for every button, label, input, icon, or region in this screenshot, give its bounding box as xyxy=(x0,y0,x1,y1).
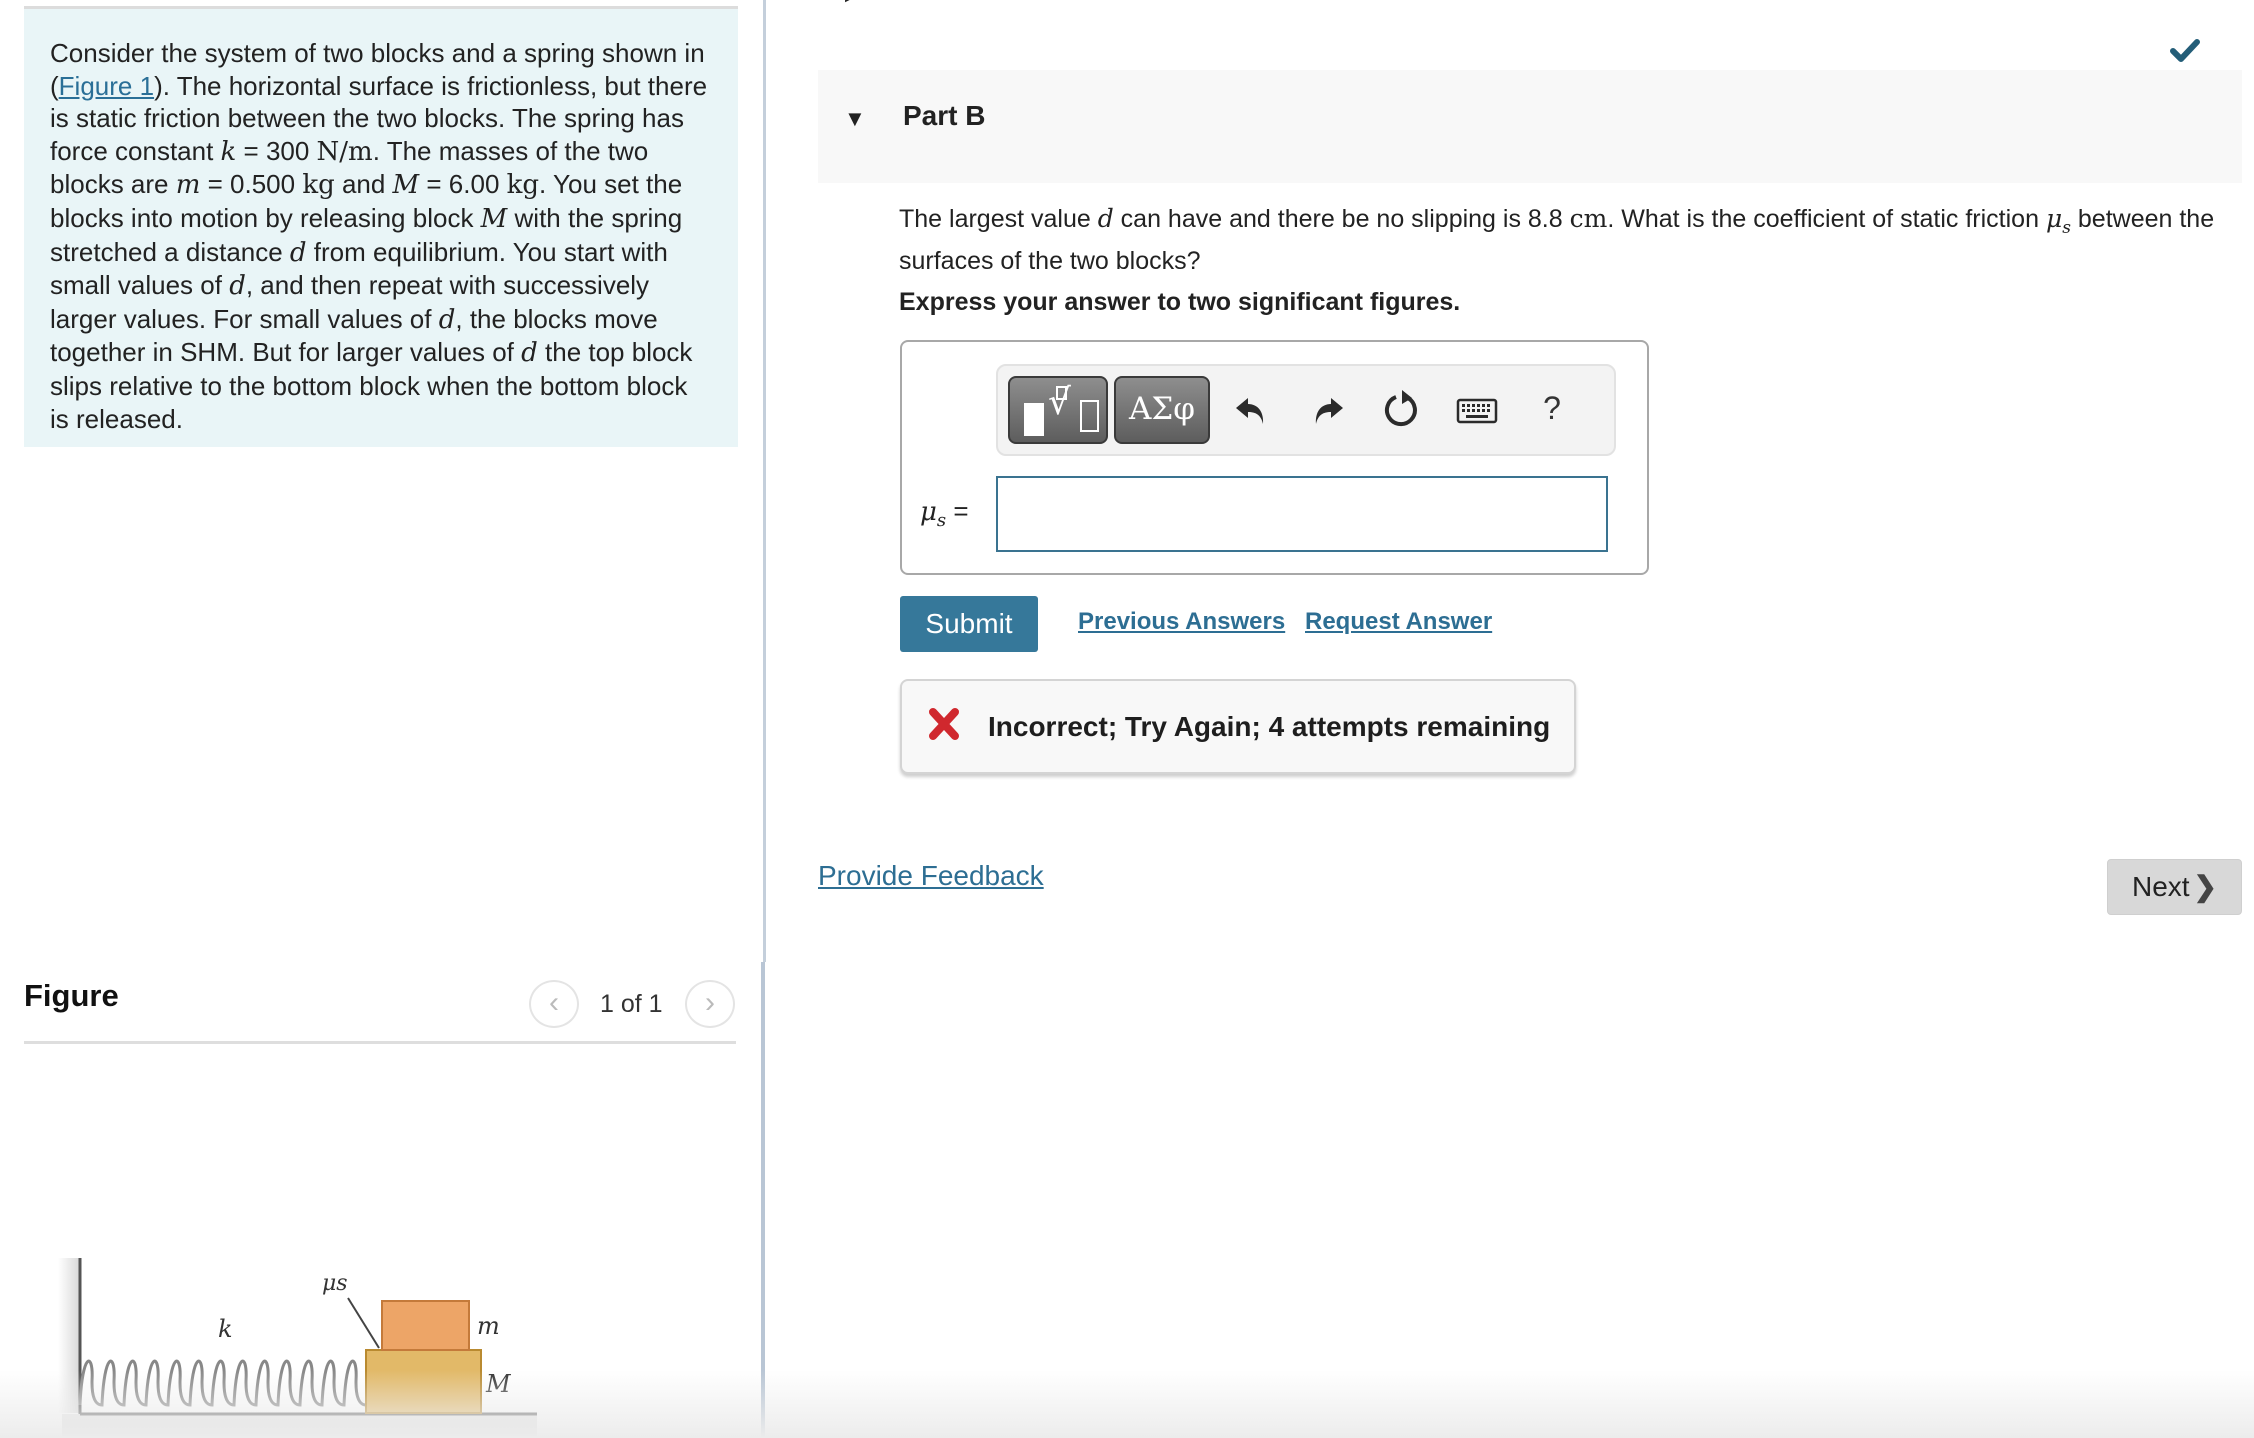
math-unit: N/m xyxy=(316,136,373,167)
answer-variable-label: μs = xyxy=(920,496,969,532)
part-b-header[interactable]: ▼ Part B xyxy=(818,70,2242,183)
text-run: . What is the coefficient of static fric… xyxy=(1607,205,2046,233)
templates-button[interactable]: √ xyxy=(1008,376,1108,444)
math-variable: d xyxy=(438,304,456,335)
undo-icon xyxy=(1236,398,1264,424)
left-panel: Consider the system of two blocks and a … xyxy=(0,0,760,1438)
redo-button[interactable] xyxy=(1303,386,1351,434)
feedback-message-box: Incorrect; Try Again; 4 attempts remaini… xyxy=(900,679,1576,774)
problem-statement-box: Consider the system of two blocks and a … xyxy=(24,6,738,447)
spring-constant-label: k xyxy=(218,1315,233,1343)
panel-resize-handle[interactable] xyxy=(761,962,765,1438)
caret-down-icon: ▼ xyxy=(844,106,866,131)
friction-pointer xyxy=(347,1297,380,1349)
figure-counter: 1 of 1 xyxy=(600,990,663,1018)
figure-diagram: k μs m M xyxy=(58,1258,537,1438)
text-run: can have and there be no slipping is 8.8 xyxy=(1113,205,1570,233)
math-variable: m xyxy=(175,170,201,201)
checkmark-icon xyxy=(2170,39,2200,62)
answer-box: √ ΑΣφ ? μs = xyxy=(900,340,1649,575)
math-variable: k xyxy=(220,136,237,167)
figure-prev-button[interactable]: ‹ xyxy=(529,980,579,1028)
figure-title: Figure xyxy=(24,978,119,1013)
keyboard-icon xyxy=(1456,398,1498,424)
math-subscript: s xyxy=(2062,218,2071,238)
chevron-right-icon: › xyxy=(705,986,715,1019)
text-run: The largest value xyxy=(899,205,1098,233)
top-block xyxy=(381,1300,470,1351)
greek-symbols-icon: ΑΣφ xyxy=(1128,391,1195,427)
reset-button[interactable] xyxy=(1378,386,1426,434)
math-variable: μ xyxy=(2045,204,2063,233)
figure-next-button[interactable]: › xyxy=(685,980,735,1028)
redo-icon xyxy=(1315,398,1343,424)
caret-right-icon: ▶ xyxy=(845,0,859,5)
question-text: The largest value d can have and there b… xyxy=(899,202,2239,278)
answer-input[interactable] xyxy=(996,476,1608,552)
spring xyxy=(78,1359,367,1407)
feedback-text: Incorrect; Try Again; 4 attempts remaini… xyxy=(988,711,1551,742)
chevron-right-icon: ❯ xyxy=(2193,871,2218,902)
text-run: and xyxy=(334,169,393,200)
top-block-label: m xyxy=(477,1312,500,1340)
wall-shade xyxy=(58,1258,80,1413)
text-run: = 0.500 xyxy=(200,169,303,200)
floor-shade xyxy=(62,1414,537,1438)
problem-text: Consider the system of two blocks and a … xyxy=(50,37,712,435)
keyboard-button[interactable] xyxy=(1453,386,1501,434)
friction-label: μs xyxy=(322,1271,348,1296)
figure-header: Figure ‹ 1 of 1 › xyxy=(24,970,736,1044)
math-unit: cm xyxy=(1569,204,1608,233)
answer-instruction: Express your answer to two significant f… xyxy=(899,288,1461,316)
chevron-left-icon: ‹ xyxy=(549,986,559,1019)
undo-button[interactable] xyxy=(1228,386,1276,434)
next-button[interactable]: Next ❯ xyxy=(2107,859,2242,915)
part-a-label: Part A xyxy=(896,0,977,6)
math-variable: d xyxy=(1097,204,1114,233)
math-unit: kg xyxy=(302,170,335,201)
greek-symbols-button[interactable]: ΑΣφ xyxy=(1114,376,1210,444)
reset-icon xyxy=(1385,390,1417,427)
part-b-label: Part B xyxy=(903,100,986,131)
math-variable: M xyxy=(480,203,508,234)
provide-feedback-link[interactable]: Provide Feedback xyxy=(818,860,1044,892)
text-run: = 6.00 xyxy=(419,169,507,200)
panel-divider xyxy=(763,0,766,962)
text-run: = 300 xyxy=(236,135,317,166)
figure-link[interactable]: Figure 1 xyxy=(59,71,154,101)
math-unit: kg xyxy=(506,170,540,201)
help-button[interactable]: ? xyxy=(1528,386,1576,434)
next-label: Next xyxy=(2131,871,2190,902)
math-variable: d xyxy=(229,271,246,302)
help-icon: ? xyxy=(1543,390,1561,426)
incorrect-x-icon xyxy=(929,708,959,740)
request-answer-link[interactable]: Request Answer xyxy=(1305,608,1492,636)
math-toolbar: √ ΑΣφ ? xyxy=(996,364,1616,456)
bottom-block xyxy=(365,1349,482,1414)
submit-button[interactable]: Submit xyxy=(900,596,1038,652)
math-variable: d xyxy=(521,338,538,369)
math-variable: d xyxy=(289,237,307,268)
previous-answers-link[interactable]: Previous Answers xyxy=(1078,608,1285,636)
math-variable: M xyxy=(392,170,420,201)
bottom-block-label: M xyxy=(485,1370,512,1398)
